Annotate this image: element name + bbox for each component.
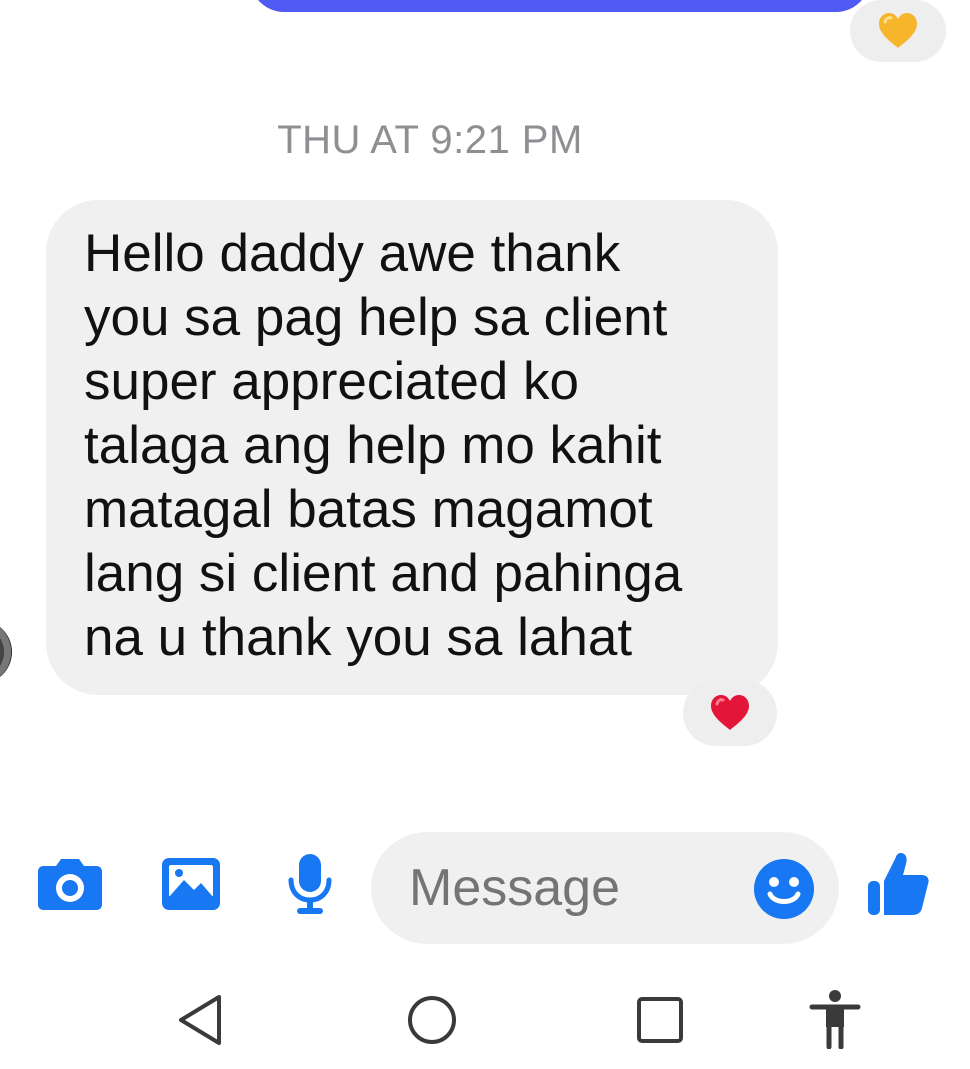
nav-recents-button[interactable]: [632, 992, 688, 1048]
message-timestamp: THU AT 9:21 PM: [277, 118, 583, 162]
message-reaction-top[interactable]: [850, 0, 946, 62]
system-navigation-bar: [0, 980, 970, 1069]
thumbs-up-icon: [868, 853, 929, 915]
camera-button[interactable]: [36, 852, 104, 916]
messenger-chat-screen: THU AT 9:21 PM Hello daddy awe thank you…: [0, 0, 970, 1069]
accessibility-icon: [809, 990, 861, 1049]
microphone-icon: [288, 854, 332, 914]
nav-back-button[interactable]: [172, 992, 228, 1048]
message-composer: Message: [0, 832, 970, 944]
nav-accessibility-button[interactable]: [806, 988, 864, 1050]
gallery-button[interactable]: [158, 852, 224, 916]
microphone-button[interactable]: [280, 850, 340, 918]
red-heart-icon: [711, 695, 749, 730]
sender-avatar[interactable]: [0, 620, 12, 684]
like-button[interactable]: [866, 848, 930, 920]
home-icon: [408, 996, 456, 1044]
recents-icon: [637, 997, 683, 1043]
message-reaction-bottom[interactable]: [683, 680, 777, 746]
message-input-placeholder: Message: [409, 859, 620, 917]
back-icon: [179, 995, 221, 1045]
received-message-text: Hello daddy awe thank you sa pag help sa…: [84, 224, 683, 667]
emoji-button[interactable]: [753, 858, 815, 920]
received-message-bubble[interactable]: Hello daddy awe thank you sa pag help sa…: [46, 200, 778, 695]
image-icon: [162, 858, 220, 910]
message-input[interactable]: Message: [371, 832, 839, 944]
emoji-icon: [754, 859, 814, 919]
sent-message-bubble[interactable]: [250, 0, 870, 12]
camera-icon: [38, 859, 102, 910]
yellow-heart-icon: [879, 13, 917, 48]
nav-home-button[interactable]: [404, 992, 460, 1048]
